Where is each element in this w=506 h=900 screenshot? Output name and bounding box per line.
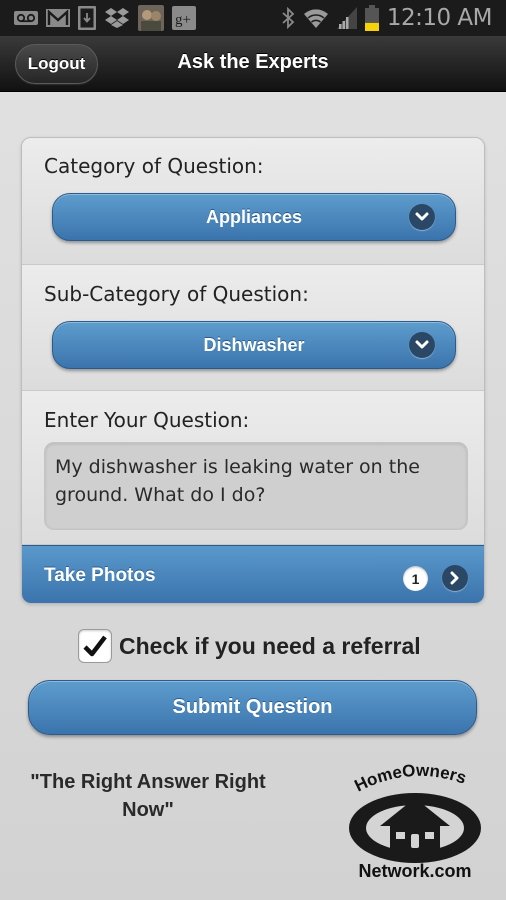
google-plus-text: g+ <box>175 12 191 28</box>
referral-label: Check if you need a referral <box>119 632 421 659</box>
system-icons: 12:10 AM <box>281 5 506 31</box>
signal-icon <box>336 7 357 29</box>
question-textarea[interactable]: My dishwasher is leaking water on the gr… <box>44 442 468 530</box>
subcategory-select[interactable]: Dishwasher <box>52 321 456 369</box>
referral-option[interactable]: Check if you need a referral <box>78 628 421 664</box>
logo-top-text: HomeOwners <box>352 761 469 796</box>
header-bar: Ask the Experts Logout <box>0 36 506 92</box>
referral-checkbox[interactable] <box>78 629 112 663</box>
take-photos-label: Take Photos <box>44 564 156 586</box>
checkmark-icon <box>83 635 107 657</box>
homeowners-network-logo: HomeOwners Network.com <box>340 760 490 885</box>
bluetooth-icon <box>281 7 295 29</box>
download-icon <box>78 6 96 30</box>
wifi-icon <box>303 7 329 29</box>
gmail-icon <box>46 9 70 27</box>
category-section: Category of Question: Appliances <box>22 138 484 265</box>
question-section: Enter Your Question: My dishwasher is le… <box>22 391 484 545</box>
voicemail-icon <box>14 11 38 25</box>
photo-count-badge: 1 <box>403 566 428 591</box>
logo-bottom-text: Network.com <box>358 861 471 881</box>
take-photos-button[interactable]: Take Photos 1 <box>22 545 484 603</box>
google-plus-icon: g+ <box>172 6 196 30</box>
subcategory-label: Sub-Category of Question: <box>44 282 309 306</box>
battery-icon <box>364 5 379 31</box>
question-label: Enter Your Question: <box>44 408 250 432</box>
notification-icons: g+ <box>0 5 196 31</box>
subcategory-section: Sub-Category of Question: Dishwasher <box>22 265 484 391</box>
subcategory-selected-value: Dishwasher <box>203 334 305 355</box>
tagline: "The Right Answer Right Now" <box>30 771 266 821</box>
clock: 12:10 AM <box>386 5 493 31</box>
category-selected-value: Appliances <box>205 206 303 227</box>
category-label: Category of Question: <box>44 154 264 178</box>
status-bar: g+ 12:10 AM <box>0 0 506 36</box>
submit-question-button[interactable]: Submit Question <box>28 680 477 735</box>
logout-button[interactable]: Logout <box>15 44 98 84</box>
question-form: Category of Question: Appliances Sub-Cat… <box>21 137 485 604</box>
svg-text:HomeOwners: HomeOwners <box>352 761 469 796</box>
chevron-right-icon <box>442 565 468 591</box>
app-avatar-icon <box>138 5 164 31</box>
chevron-down-icon <box>409 332 435 358</box>
dropbox-icon <box>104 7 130 29</box>
category-select[interactable]: Appliances <box>52 193 456 241</box>
chevron-down-icon <box>409 204 435 230</box>
